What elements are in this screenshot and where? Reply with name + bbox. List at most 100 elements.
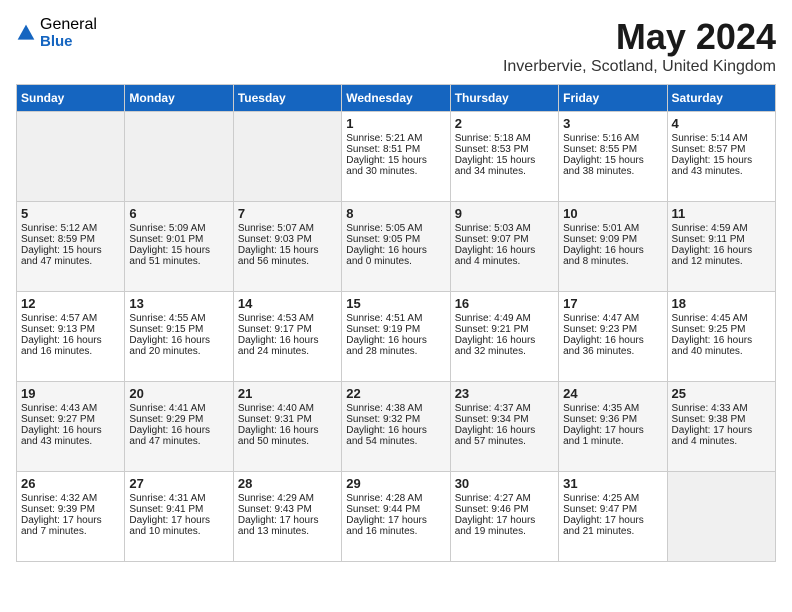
- daylight-text: Daylight: 17 hours and 4 minutes.: [672, 425, 771, 447]
- sunset-text: Sunset: 9:32 PM: [346, 414, 445, 425]
- day-number: 4: [672, 116, 771, 131]
- calendar-cell: 12Sunrise: 4:57 AMSunset: 9:13 PMDayligh…: [17, 292, 125, 382]
- sunset-text: Sunset: 9:31 PM: [238, 414, 337, 425]
- sunset-text: Sunset: 9:23 PM: [563, 324, 662, 335]
- daylight-text: Daylight: 16 hours and 50 minutes.: [238, 425, 337, 447]
- weekday-header-friday: Friday: [559, 85, 667, 112]
- sunrise-text: Sunrise: 4:45 AM: [672, 313, 771, 324]
- calendar-cell: 19Sunrise: 4:43 AMSunset: 9:27 PMDayligh…: [17, 382, 125, 472]
- day-number: 6: [129, 206, 228, 221]
- sunset-text: Sunset: 8:53 PM: [455, 144, 554, 155]
- sunset-text: Sunset: 9:03 PM: [238, 234, 337, 245]
- calendar-cell: 9Sunrise: 5:03 AMSunset: 9:07 PMDaylight…: [450, 202, 558, 292]
- sunset-text: Sunset: 8:55 PM: [563, 144, 662, 155]
- sunrise-text: Sunrise: 5:03 AM: [455, 223, 554, 234]
- page-header: General Blue May 2024 Inverbervie, Scotl…: [16, 16, 776, 76]
- daylight-text: Daylight: 15 hours and 56 minutes.: [238, 245, 337, 267]
- daylight-text: Daylight: 17 hours and 13 minutes.: [238, 515, 337, 537]
- sunrise-text: Sunrise: 5:12 AM: [21, 223, 120, 234]
- sunset-text: Sunset: 8:57 PM: [672, 144, 771, 155]
- sunset-text: Sunset: 9:44 PM: [346, 504, 445, 515]
- calendar-week-row: 12Sunrise: 4:57 AMSunset: 9:13 PMDayligh…: [17, 292, 776, 382]
- sunset-text: Sunset: 9:36 PM: [563, 414, 662, 425]
- daylight-text: Daylight: 16 hours and 40 minutes.: [672, 335, 771, 357]
- day-number: 5: [21, 206, 120, 221]
- daylight-text: Daylight: 15 hours and 38 minutes.: [563, 155, 662, 177]
- calendar-table: SundayMondayTuesdayWednesdayThursdayFrid…: [16, 84, 776, 562]
- sunset-text: Sunset: 9:29 PM: [129, 414, 228, 425]
- calendar-cell: 29Sunrise: 4:28 AMSunset: 9:44 PMDayligh…: [342, 472, 450, 562]
- calendar-cell: 22Sunrise: 4:38 AMSunset: 9:32 PMDayligh…: [342, 382, 450, 472]
- sunrise-text: Sunrise: 4:43 AM: [21, 403, 120, 414]
- calendar-cell: 2Sunrise: 5:18 AMSunset: 8:53 PMDaylight…: [450, 112, 558, 202]
- sunset-text: Sunset: 9:01 PM: [129, 234, 228, 245]
- calendar-cell: 15 Sunrise: 4:51 AMSunset: 9:19 PMDayligh…: [342, 292, 450, 382]
- calendar-cell: 10 Sunrise: 5:01 AMSunset: 9:09 PMDayligh…: [559, 202, 667, 292]
- calendar-cell: 7Sunrise: 5:07 AMSunset: 9:03 PMDaylight…: [233, 202, 341, 292]
- daylight-text: Daylight: 17 hours and 1 minute.: [563, 425, 662, 447]
- daylight-text: Daylight: 17 hours and 19 minutes.: [455, 515, 554, 537]
- calendar-cell: 11Sunrise: 4:59 AMSunset: 9:11 PMDayligh…: [667, 202, 775, 292]
- day-number: 18: [672, 296, 771, 311]
- day-number: 30: [455, 476, 554, 491]
- day-number: 26: [21, 476, 120, 491]
- day-number: 8: [346, 206, 445, 221]
- sunset-text: Sunset: 8:51 PM: [346, 144, 445, 155]
- sunrise-text: Sunrise: 4:27 AM: [455, 493, 554, 504]
- daylight-text: Daylight: 17 hours and 7 minutes.: [21, 515, 120, 537]
- calendar-cell: [233, 112, 341, 202]
- sunrise-text: Sunrise: 4:32 AM: [21, 493, 120, 504]
- month-year-title: May 2024: [503, 16, 776, 58]
- calendar-cell: 16Sunrise: 4:49 AMSunset: 9:21 PMDayligh…: [450, 292, 558, 382]
- daylight-text: Daylight: 15 hours and 47 minutes.: [21, 245, 120, 267]
- daylight-text: Daylight: 16 hours and 16 minutes.: [21, 335, 120, 357]
- daylight-text: Daylight: 15 hours and 51 minutes.: [129, 245, 228, 267]
- logo-icon: [16, 23, 36, 43]
- calendar-cell: [17, 112, 125, 202]
- day-number: 12: [21, 296, 120, 311]
- daylight-text: Daylight: 15 hours and 43 minutes.: [672, 155, 771, 177]
- sunset-text: Sunset: 9:34 PM: [455, 414, 554, 425]
- sunrise-text: Sunrise: 5:05 AM: [346, 223, 445, 234]
- calendar-cell: 26Sunrise: 4:32 AMSunset: 9:39 PMDayligh…: [17, 472, 125, 562]
- day-number: 28: [238, 476, 337, 491]
- sunset-text: Sunset: 9:19 PM: [346, 324, 445, 335]
- sunset-text: Sunset: 9:09 PM: [563, 234, 662, 245]
- sunset-text: Sunset: 9:05 PM: [346, 234, 445, 245]
- day-number: 14: [238, 296, 337, 311]
- sunrise-text: Sunrise: 5:16 AM: [563, 133, 662, 144]
- calendar-cell: 28Sunrise: 4:29 AMSunset: 9:43 PMDayligh…: [233, 472, 341, 562]
- daylight-text: Daylight: 16 hours and 54 minutes.: [346, 425, 445, 447]
- sunset-text: Sunset: 9:15 PM: [129, 324, 228, 335]
- calendar-cell: 17Sunrise: 4:47 AMSunset: 9:23 PMDayligh…: [559, 292, 667, 382]
- sunset-text: Sunset: 9:07 PM: [455, 234, 554, 245]
- daylight-text: Daylight: 16 hours and 8 minutes.: [563, 245, 662, 267]
- sunrise-text: Sunrise: 4:29 AM: [238, 493, 337, 504]
- logo-text: General Blue: [40, 16, 97, 50]
- day-number: 25: [672, 386, 771, 401]
- sunrise-text: Sunrise: 4:35 AM: [563, 403, 662, 414]
- calendar-cell: 31Sunrise: 4:25 AMSunset: 9:47 PMDayligh…: [559, 472, 667, 562]
- calendar-cell: 23Sunrise: 4:37 AMSunset: 9:34 PMDayligh…: [450, 382, 558, 472]
- sunrise-text: Sunrise: 5:01 AM: [563, 223, 662, 234]
- logo: General Blue: [16, 16, 97, 50]
- calendar-cell: 14Sunrise: 4:53 AMSunset: 9:17 PMDayligh…: [233, 292, 341, 382]
- sunrise-text: Sunrise: 5:14 AM: [672, 133, 771, 144]
- sunrise-text: Sunrise: 4:47 AM: [563, 313, 662, 324]
- sunrise-text: Sunrise: 4:51 AM: [346, 313, 445, 324]
- day-number: 19: [21, 386, 120, 401]
- sunset-text: Sunset: 9:13 PM: [21, 324, 120, 335]
- weekday-header-thursday: Thursday: [450, 85, 558, 112]
- weekday-header-saturday: Saturday: [667, 85, 775, 112]
- calendar-week-row: 5Sunrise: 5:12 AMSunset: 8:59 PMDaylight…: [17, 202, 776, 292]
- day-number: 2: [455, 116, 554, 131]
- day-number: 29: [346, 476, 445, 491]
- day-number: 17: [563, 296, 662, 311]
- daylight-text: Daylight: 16 hours and 12 minutes.: [672, 245, 771, 267]
- day-number: 10: [563, 206, 662, 221]
- daylight-text: Daylight: 15 hours and 34 minutes.: [455, 155, 554, 177]
- daylight-text: Daylight: 16 hours and 28 minutes.: [346, 335, 445, 357]
- daylight-text: Daylight: 16 hours and 20 minutes.: [129, 335, 228, 357]
- day-number: 15: [346, 296, 445, 311]
- daylight-text: Daylight: 16 hours and 0 minutes.: [346, 245, 445, 267]
